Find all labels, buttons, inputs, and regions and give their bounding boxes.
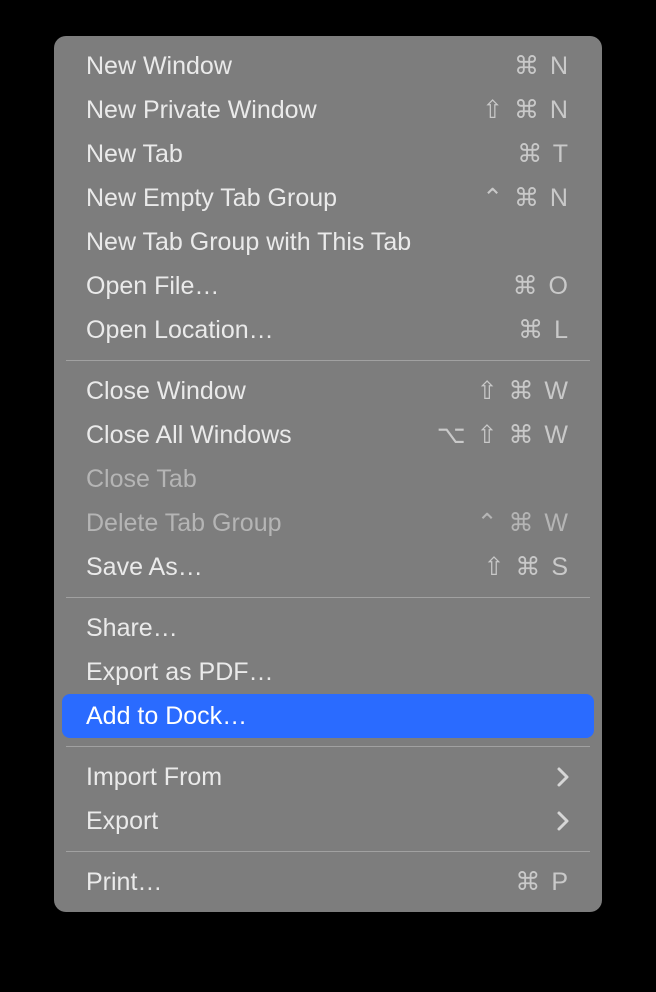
menu-item-open-location[interactable]: Open Location… ⌘ L [62,308,594,352]
menu-item-new-private-window[interactable]: New Private Window ⇧ ⌘ N [62,88,594,132]
menu-separator [66,851,590,852]
file-menu: New Window⌘ NNew Private Window⇧ ⌘ NNew … [54,36,602,912]
menu-item-shortcut: ⌘ T [517,139,570,169]
menu-item-label: Import From [86,763,222,792]
chevron-right-icon [556,810,570,832]
menu-item-new-empty-tab-group[interactable]: New Empty Tab Group ⌃ ⌘ N [62,176,594,220]
menu-item-save-as[interactable]: Save As… ⇧ ⌘ S [62,545,594,589]
menu-item-label: Delete Tab Group [86,509,282,538]
menu-item-close-window[interactable]: Close Window ⇧ ⌘ W [62,369,594,413]
menu-item-label: New Tab [86,140,183,169]
menu-separator [66,360,590,361]
menu-item-label: Export as PDF… [86,658,274,687]
menu-item-shortcut: ⇧ ⌘ W [477,376,570,406]
menu-item-print[interactable]: Print… ⌘ P [62,860,594,904]
menu-item-shortcut: ⇧ ⌘ N [482,95,570,125]
menu-item-label: Close Tab [86,465,197,494]
menu-item-export[interactable]: Export [62,799,594,843]
menu-item-label: Save As… [86,553,203,582]
menu-item-new-tab-group-with-this-tab[interactable]: New Tab Group with This Tab [62,220,594,264]
menu-item-export-as-pdf[interactable]: Export as PDF… [62,650,594,694]
menu-item-shortcut: ⌥ ⇧ ⌘ W [437,420,570,450]
menu-item-shortcut: ⌘ N [514,51,570,81]
menu-item-label: New Empty Tab Group [86,184,337,213]
menu-item-label: Add to Dock… [86,702,247,731]
menu-item-label: Open Location… [86,316,274,345]
menu-item-label: Export [86,807,158,836]
menu-item-shortcut: ⌘ L [518,315,570,345]
menu-item-label: New Private Window [86,96,317,125]
menu-item-shortcut: ⌘ O [513,271,570,301]
menu-item-label: Open File… [86,272,219,301]
menu-item-close-tab: Close Tab [62,457,594,501]
menu-item-open-file[interactable]: Open File… ⌘ O [62,264,594,308]
menu-item-close-all-windows[interactable]: Close All Windows ⌥ ⇧ ⌘ W [62,413,594,457]
menu-item-shortcut: ⇧ ⌘ S [483,552,570,582]
menu-item-shortcut: ⌃ ⌘ N [482,183,570,213]
menu-item-shortcut: ⌃ ⌘ W [477,508,570,538]
menu-item-new-window[interactable]: New Window ⌘ N [62,44,594,88]
menu-separator [66,746,590,747]
menu-item-shortcut: ⌘ P [515,867,570,897]
menu-item-add-to-dock[interactable]: Add to Dock… [62,694,594,738]
menu-item-label: Share… [86,614,178,643]
menu-item-label: Print… [86,868,162,897]
menu-item-delete-tab-group: Delete Tab Group ⌃ ⌘ W [62,501,594,545]
menu-item-share[interactable]: Share… [62,606,594,650]
menu-separator [66,597,590,598]
menu-item-label: New Tab Group with This Tab [86,228,411,257]
menu-item-new-tab[interactable]: New Tab ⌘ T [62,132,594,176]
menu-item-import-from[interactable]: Import From [62,755,594,799]
chevron-right-icon [556,766,570,788]
menu-item-label: Close Window [86,377,246,406]
menu-item-label: Close All Windows [86,421,292,450]
menu-item-label: New Window [86,52,232,81]
